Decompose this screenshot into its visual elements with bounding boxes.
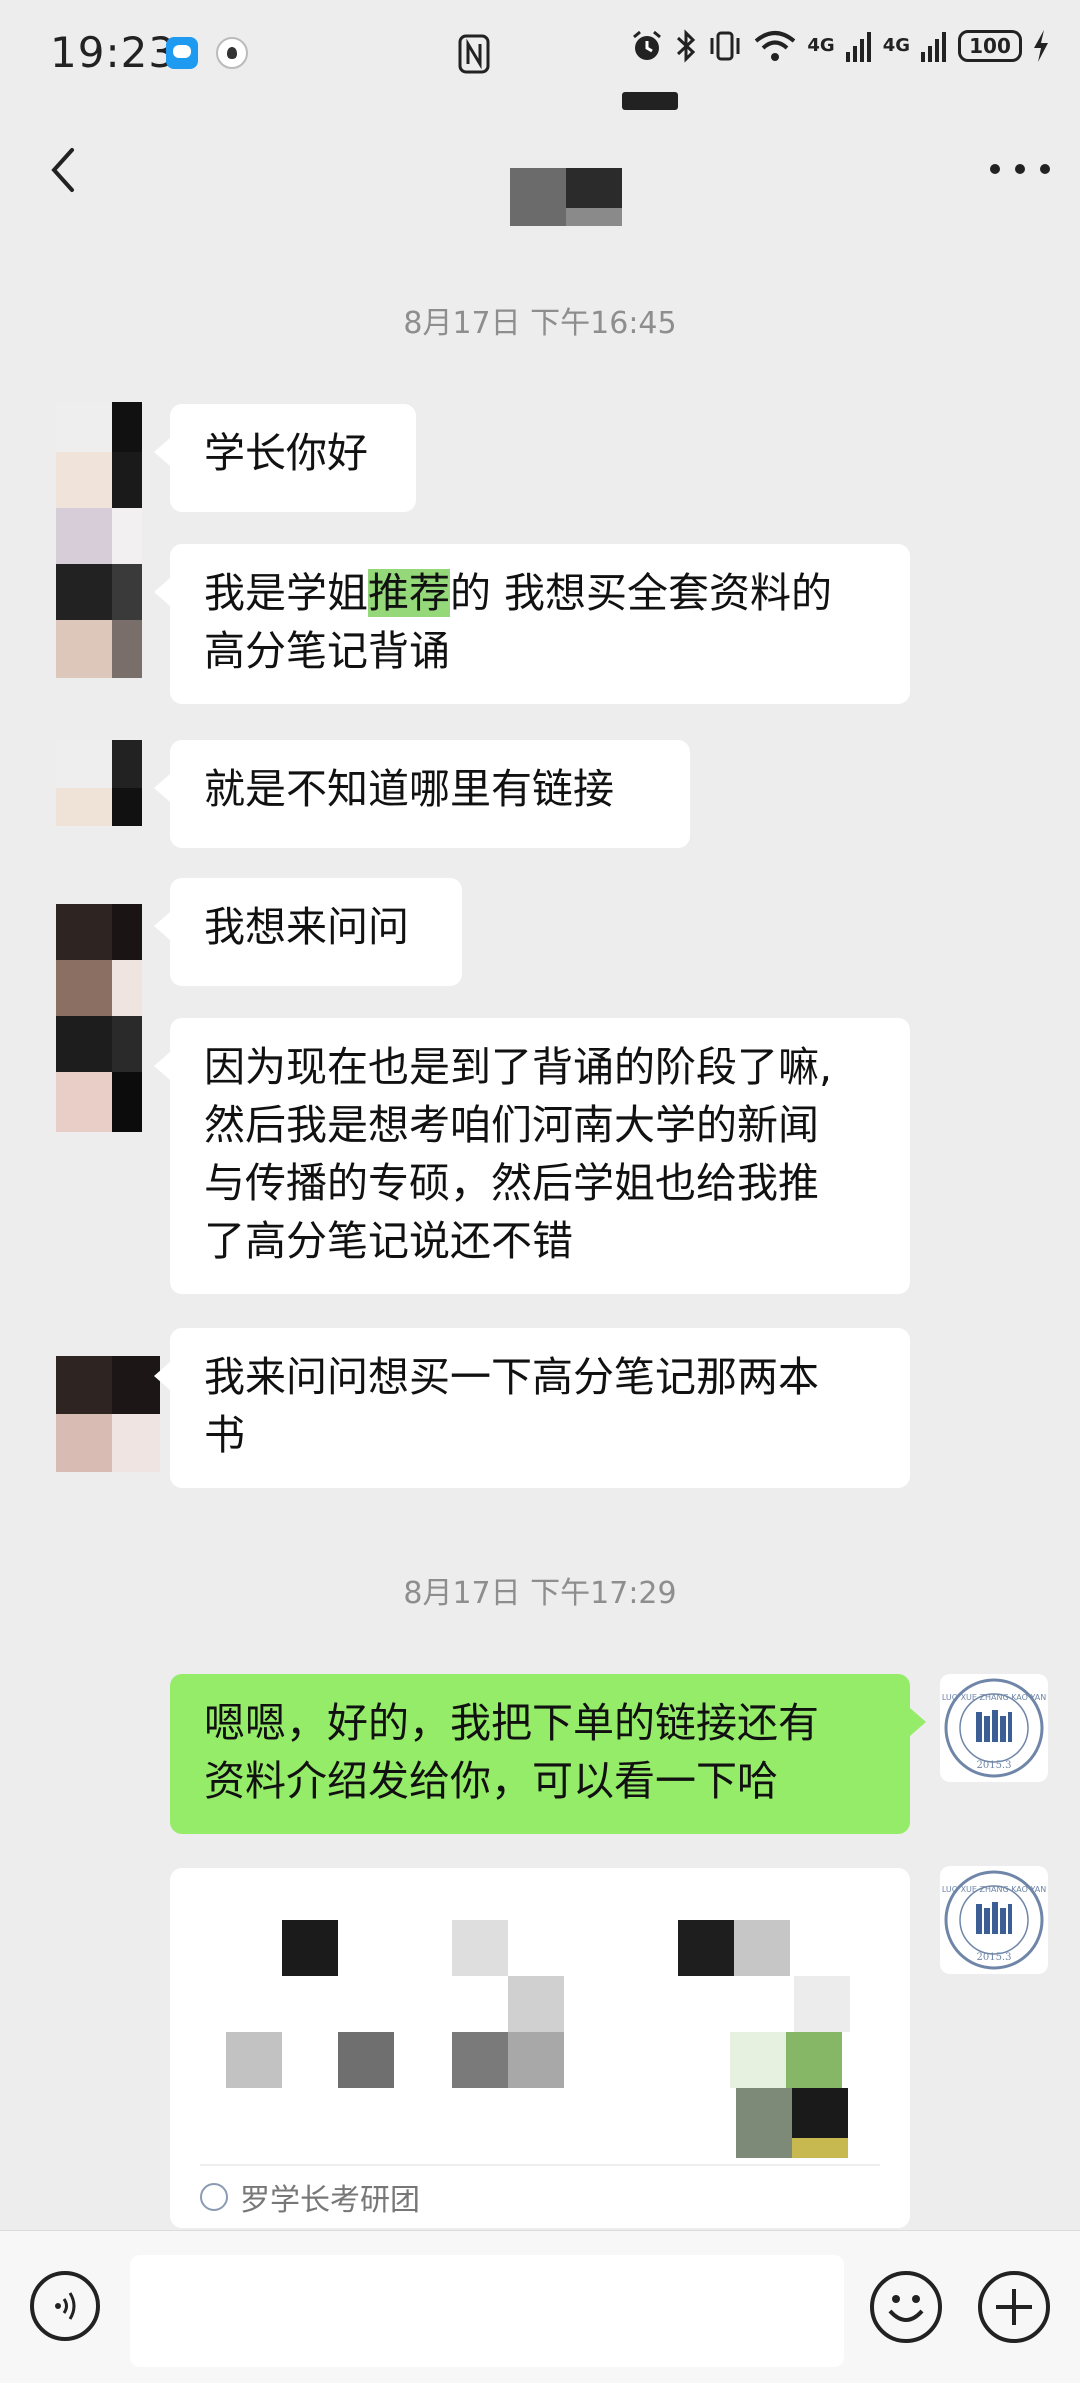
wifi-icon xyxy=(755,31,796,61)
card-footer: 罗学长考研团 xyxy=(200,2164,880,2228)
plus-icon xyxy=(996,2289,1032,2325)
voice-icon xyxy=(55,2292,76,2320)
more-actions-button[interactable] xyxy=(978,2271,1050,2343)
message-input[interactable] xyxy=(130,2255,844,2367)
university-seal-icon: 2015.3 LUO XUE ZHANG KAO YAN xyxy=(942,1870,1046,1970)
bluetooth-icon xyxy=(677,29,696,63)
own-avatar-logo[interactable]: 2015.3 LUO XUE ZHANG KAO YAN xyxy=(940,1866,1048,1974)
own-avatar-logo[interactable]: 2015.3 LUO XUE ZHANG KAO YAN xyxy=(940,1674,1048,1782)
dot-icon xyxy=(1040,164,1050,174)
message-bubble[interactable]: 就是不知道哪里有链接 xyxy=(154,740,690,848)
emoji-icon xyxy=(888,2295,924,2322)
message-text: 我是学姐 xyxy=(204,569,368,617)
message-bubble[interactable]: 因为现在也是到了背诵的阶段了嘛, 然后我是想考咱们河南大学的新闻 与传播的专硕，… xyxy=(154,1018,910,1294)
emoji-button[interactable] xyxy=(870,2271,942,2343)
message-bubble[interactable]: 我是学姐推荐的 我想买全套资料的 高分笔记背诵 xyxy=(154,544,910,704)
contact-avatar[interactable] xyxy=(56,904,142,1132)
chat-header xyxy=(0,110,1080,230)
status-bar: 19:23 4G 4G 100 xyxy=(0,0,1080,110)
message-bubble[interactable]: 学长你好 xyxy=(154,404,416,512)
dot-icon xyxy=(1015,164,1025,174)
svg-text:2015.3: 2015.3 xyxy=(977,1760,1012,1771)
back-button[interactable] xyxy=(36,140,96,200)
message-timestamp: 8月17日 下午17:29 xyxy=(403,1576,677,1611)
more-button[interactable] xyxy=(990,154,1050,184)
vibrate-icon xyxy=(710,31,740,61)
message-app-icon xyxy=(166,37,198,69)
svg-text:LUO XUE ZHANG KAO YAN: LUO XUE ZHANG KAO YAN xyxy=(942,1885,1046,1894)
app-notification-icon xyxy=(216,37,248,69)
contact-avatar[interactable] xyxy=(56,402,142,678)
signal-icon xyxy=(921,32,946,62)
clock: 19:23 xyxy=(50,28,177,77)
card-source-name: 罗学长考研团 xyxy=(240,2183,420,2218)
charging-icon xyxy=(1034,30,1048,62)
chat-input-bar xyxy=(0,2230,1080,2383)
svg-text:2015.3: 2015.3 xyxy=(977,1952,1012,1963)
signal-icon xyxy=(845,32,871,62)
university-seal-icon: 2015.3 LUO XUE ZHANG KAO YAN xyxy=(942,1678,1046,1778)
message-bubble[interactable]: 我来问问想买一下高分笔记那两本 书 xyxy=(154,1328,910,1488)
alarm-icon xyxy=(633,30,662,60)
redacted-mark xyxy=(622,92,678,110)
contact-avatar[interactable] xyxy=(56,740,142,826)
network-type-1: 4G xyxy=(807,35,835,56)
sent-message-bubble[interactable]: 嗯嗯，好的，我把下单的链接还有 资料介绍发给你，可以看一下哈 xyxy=(170,1674,926,1834)
source-logo-icon xyxy=(200,2183,228,2211)
highlighted-text: 推荐 xyxy=(368,569,450,617)
message-bubble[interactable]: 我想来问问 xyxy=(154,878,462,986)
contact-avatar[interactable] xyxy=(56,1356,160,1472)
network-type-2: 4G xyxy=(882,35,910,56)
voice-input-button[interactable] xyxy=(30,2271,100,2341)
svg-text:LUO XUE ZHANG KAO YAN: LUO XUE ZHANG KAO YAN xyxy=(942,1693,1046,1702)
link-card[interactable]: 罗学长考研团 xyxy=(170,1868,910,2228)
message-timestamp: 8月17日 下午16:45 xyxy=(403,306,677,341)
dot-icon xyxy=(990,164,1000,174)
battery-icon: 100 xyxy=(958,30,1022,62)
chat-title-redacted xyxy=(510,168,622,226)
nfc-icon xyxy=(458,34,490,74)
